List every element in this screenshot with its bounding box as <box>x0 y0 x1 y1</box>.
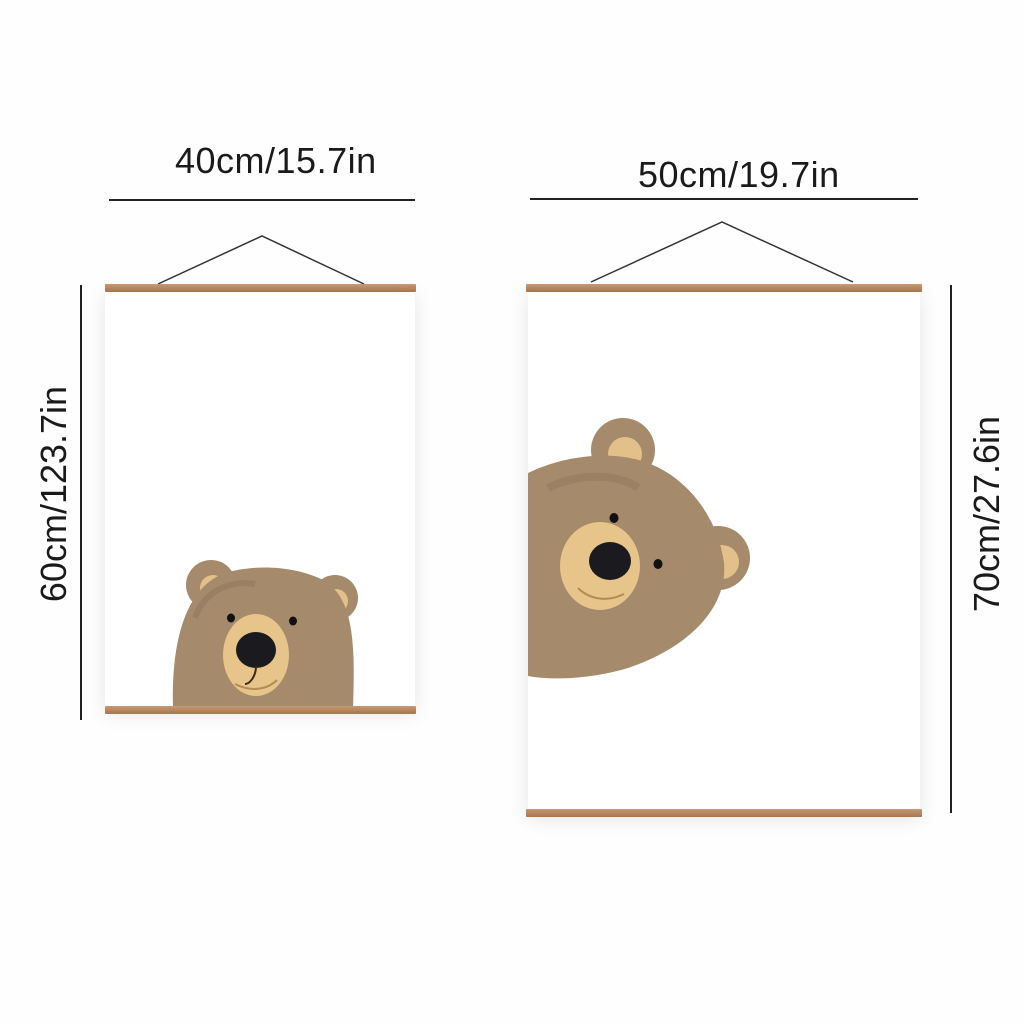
poster-2-width-line <box>530 198 918 200</box>
poster-1 <box>105 288 415 708</box>
poster-1-height-line <box>80 285 82 720</box>
poster-1-width-label: 40cm/15.7in <box>175 140 377 181</box>
poster-1-top-rail <box>105 284 416 292</box>
poster-2-height-line <box>950 285 952 813</box>
poster-1-hanging-string <box>157 235 365 285</box>
poster-1-width-line <box>109 199 415 201</box>
poster-2-width-label: 50cm/19.7in <box>638 154 840 195</box>
poster-2 <box>528 288 920 813</box>
poster-2-bottom-rail <box>526 809 922 817</box>
poster-2-bear-artwork <box>528 418 750 679</box>
poster-1-bottom-rail <box>105 706 416 714</box>
poster-2-height-label: 70cm/27.6in <box>966 415 1007 613</box>
poster-1-height-label: 60cm/123.7in <box>33 385 74 603</box>
poster-2-top-rail <box>526 284 922 292</box>
poster-2-hanging-string <box>590 221 854 283</box>
poster-1-bear-artwork <box>172 560 358 708</box>
